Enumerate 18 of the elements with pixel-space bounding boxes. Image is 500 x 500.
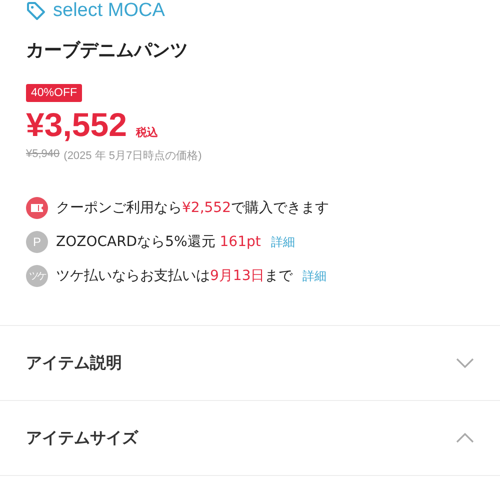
deferred-payment-icon: ツケ [26, 265, 48, 287]
accordion-header[interactable]: アイテム説明 [0, 326, 500, 401]
accordion-header[interactable]: アイテムサイズ [0, 401, 500, 476]
point-icon: P [26, 231, 48, 253]
discount-badge: 40%OFF [26, 84, 82, 102]
details-link[interactable]: 詳細 [270, 234, 295, 250]
product-title: カーブデニムパンツ [26, 39, 189, 63]
original-price: ¥5,940 [26, 148, 60, 162]
brand-name[interactable]: select MOCA [53, 0, 165, 22]
tag-icon [26, 1, 46, 21]
price-date-note: (2025 年 5月7日時点の価格) [64, 148, 202, 163]
benefit-text: ZOZOCARDなら5%還元 161pt [56, 233, 261, 251]
benefit-text: クーポンご利用なら¥2,552で購入できます [56, 199, 329, 217]
tax-note: 税込 [136, 125, 158, 140]
benefit-text: ツケ払いならお支払いは9月13日 まで [56, 267, 293, 285]
coupon-icon [26, 197, 48, 219]
details-link[interactable]: 詳細 [302, 268, 327, 284]
sale-price: ¥3,552 [26, 106, 127, 144]
